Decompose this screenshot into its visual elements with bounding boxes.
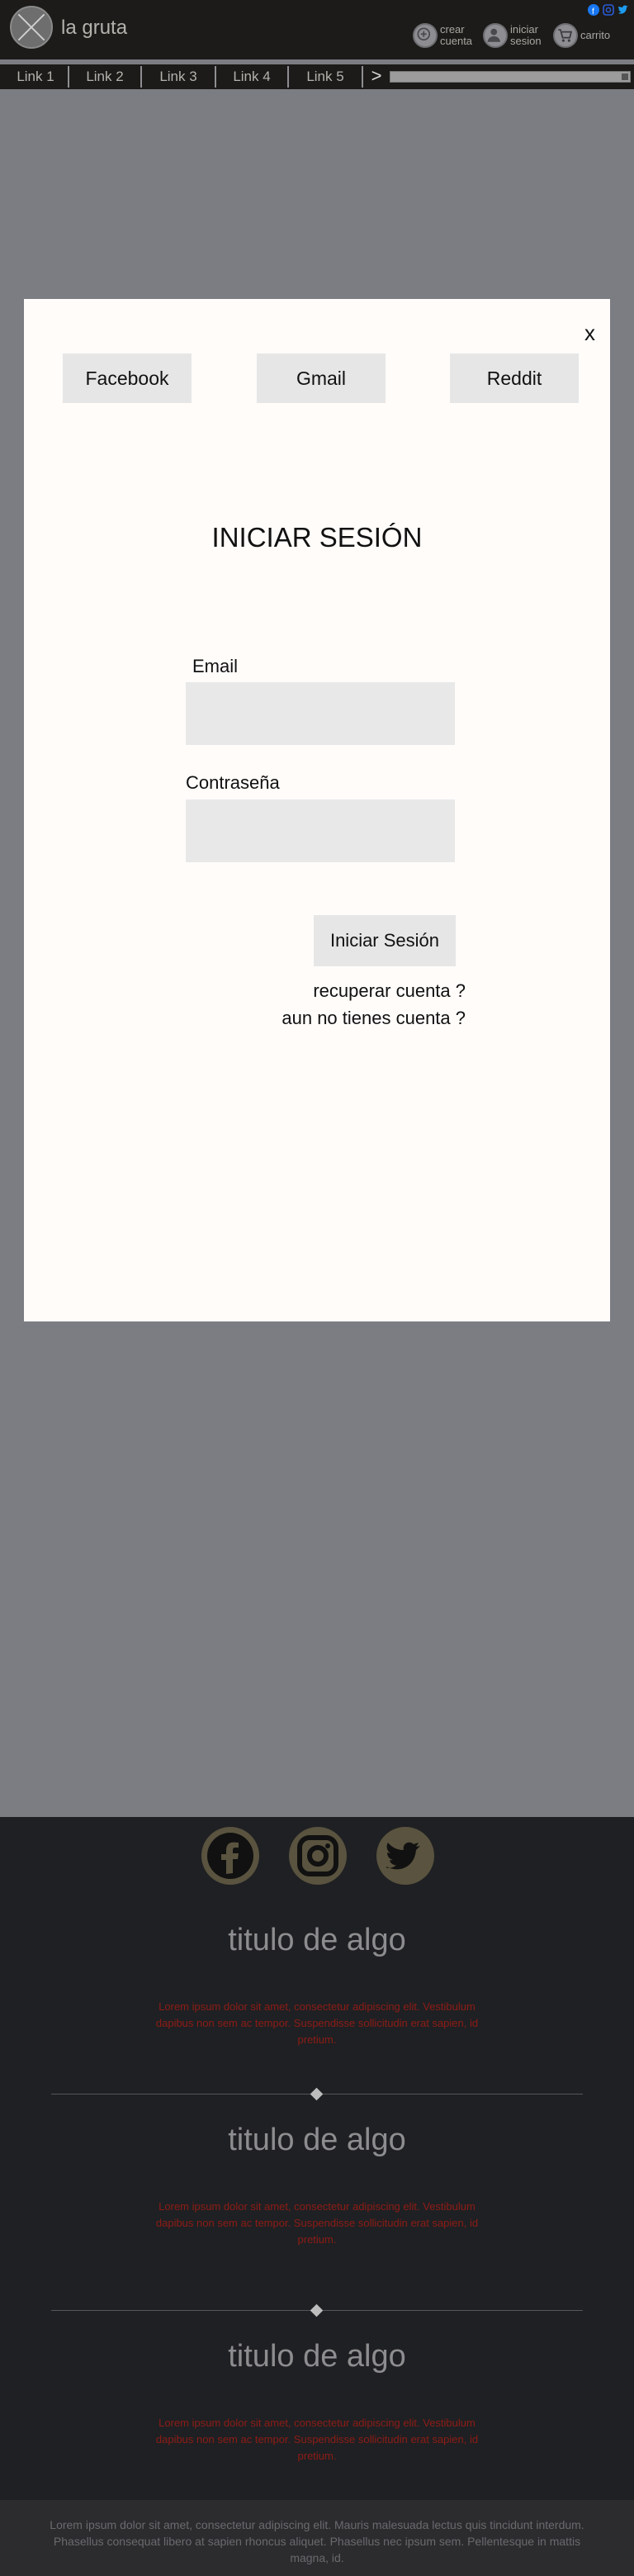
header-social-links: f [588,4,629,17]
login-modal: x Facebook Gmail Reddit INICIAR SESIÓN E… [24,299,610,1321]
login-submit-button[interactable]: Iniciar Sesión [314,915,456,966]
add-user-icon [413,23,438,48]
site-header: la gruta f crear cuenta iniciar sesion c… [0,0,634,59]
instagram-icon[interactable] [289,1827,347,1885]
facebook-icon[interactable]: f [588,4,599,17]
modal-title: INICIAR SESIÓN [211,522,423,553]
user-icon [483,23,508,48]
instagram-icon[interactable] [603,4,614,16]
twitter-icon[interactable] [617,4,629,16]
footer-section-text: Lorem ipsum dolor sit amet, consectetur … [155,2000,479,2046]
nav-scrollbar[interactable] [390,71,631,83]
email-field[interactable] [186,682,455,745]
nav-link-4[interactable]: Link 4 [216,66,289,88]
bottom-text: Lorem ipsum dolor sit amet, consectetur … [50,2518,584,2564]
footer-section-title: titulo de algo [228,2123,406,2157]
login-button[interactable]: iniciar sesion [483,23,548,48]
cart-button[interactable]: carrito [553,23,610,48]
close-icon[interactable]: x [584,320,595,346]
footer-section-title: titulo de algo [228,1923,406,1957]
cart-label: carrito [580,29,611,41]
gmail-login-button[interactable]: Gmail [257,353,386,403]
brand-name[interactable]: la gruta [61,17,127,40]
password-field[interactable] [186,799,455,862]
login-label: iniciar sesion [510,23,542,47]
footer-section-text: Lorem ipsum dolor sit amet, consectetur … [155,2200,479,2246]
twitter-icon[interactable] [376,1827,434,1885]
register-link[interactable]: aun no tienes cuenta ? [282,1008,466,1029]
facebook-icon[interactable] [201,1827,259,1885]
reddit-login-button[interactable]: Reddit [450,353,579,403]
email-label: Email [192,656,239,676]
nav-link-5[interactable]: Link 5 [289,66,363,88]
nav-link-3[interactable]: Link 3 [142,66,216,88]
recover-account-link[interactable]: recuperar cuenta ? [313,980,466,1002]
site-footer: titulo de algo Lorem ipsum dolor sit ame… [0,1817,634,2500]
nav-link-1[interactable]: Link 1 [3,66,69,88]
scrollbar-arrow-icon[interactable] [622,74,628,80]
cart-icon [553,23,578,48]
facebook-login-button[interactable]: Facebook [63,353,192,403]
nav-link-2[interactable]: Link 2 [69,66,142,88]
diamond-icon [310,2303,324,2317]
bottom-bar: Lorem ipsum dolor sit amet, consectetur … [0,2500,634,2576]
footer-section-title: titulo de algo [228,2339,406,2374]
diamond-icon [310,2087,324,2101]
create-account-label: crear cuenta [440,23,473,47]
logo-placeholder-icon[interactable] [10,6,53,49]
top-nav: Link 1 Link 2 Link 3 Link 4 Link 5 > [0,64,634,89]
password-label: Contraseña [186,772,280,793]
svg-text:f: f [592,7,594,16]
create-account-button[interactable]: crear cuenta [413,23,476,48]
footer-section-text: Lorem ipsum dolor sit amet, consectetur … [155,2417,479,2462]
nav-next-icon[interactable]: > [368,67,385,87]
